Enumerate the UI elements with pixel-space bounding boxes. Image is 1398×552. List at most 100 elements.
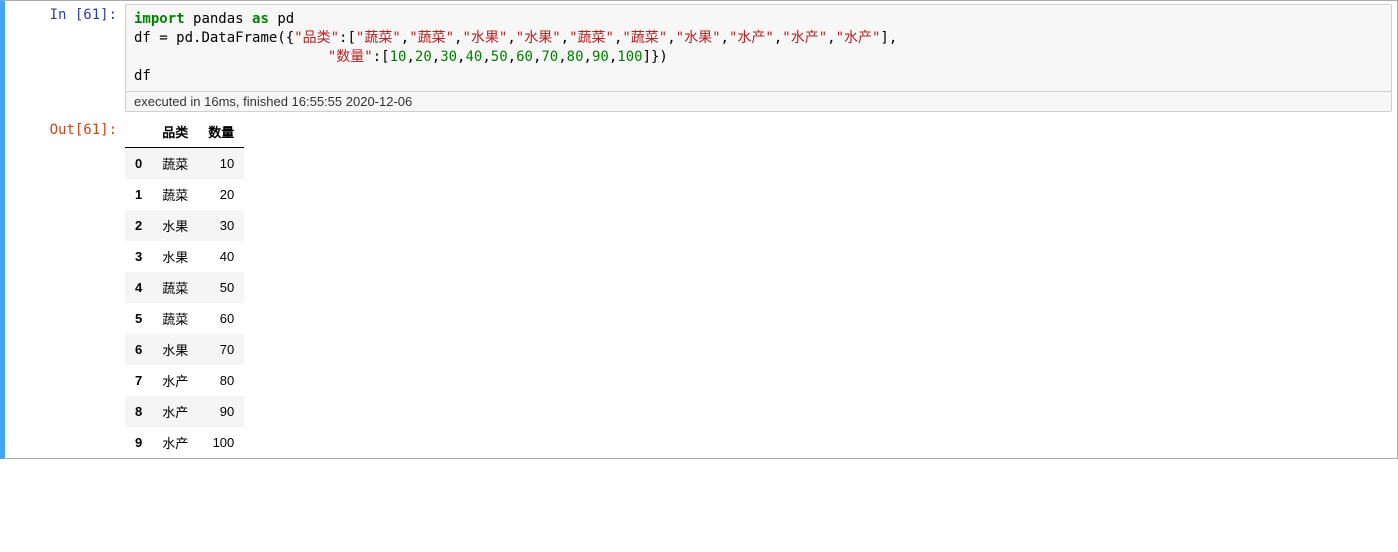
- cell-category: 水果: [152, 334, 198, 365]
- cell-quantity: 50: [198, 272, 244, 303]
- col-header-0: 品类: [152, 116, 198, 148]
- row-index: 9: [125, 427, 152, 458]
- input-area[interactable]: import pandas as pd df = pd.DataFrame({ "…: [125, 4, 1392, 112]
- cell-category: 水果: [152, 241, 198, 272]
- cell-category: 水产: [152, 365, 198, 396]
- cell-quantity: 30: [198, 210, 244, 241]
- cell-quantity: 100: [198, 427, 244, 458]
- str-literal: "水产": [729, 30, 774, 46]
- comma: ,: [558, 49, 566, 65]
- row-index: 2: [125, 210, 152, 241]
- row-index: 1: [125, 179, 152, 210]
- str-literal: "蔬菜": [409, 30, 454, 46]
- code-editor[interactable]: import pandas as pd df = pd.DataFrame({ "…: [126, 5, 1391, 91]
- output-prompt: Out[61]:: [5, 116, 125, 458]
- comma: ,: [774, 30, 782, 46]
- kw-as: as: [252, 11, 269, 27]
- row-index: 4: [125, 272, 152, 303]
- eq: =: [151, 30, 176, 46]
- cell-content: import pandas as pd df = pd.DataFrame({ "…: [125, 1, 1397, 458]
- cell-category: 水产: [152, 427, 198, 458]
- cell-category: 蔬菜: [152, 272, 198, 303]
- cell-quantity: 80: [198, 365, 244, 396]
- comma: ,: [721, 30, 729, 46]
- str-literal: "水产": [782, 30, 827, 46]
- row-index: 0: [125, 147, 152, 179]
- comma: ,: [508, 49, 516, 65]
- table-row: 7水产80: [125, 365, 244, 396]
- cell-quantity: 90: [198, 396, 244, 427]
- str-literal: "蔬菜": [356, 30, 401, 46]
- str-literal: "水产": [836, 30, 881, 46]
- colon2: :[: [373, 49, 390, 65]
- pd-call: pd.DataFrame({: [176, 30, 294, 46]
- col-header-1: 数量: [198, 116, 244, 148]
- cell-category: 水果: [152, 210, 198, 241]
- str-literal: "蔬菜": [622, 30, 667, 46]
- num-literal: 60: [516, 49, 533, 65]
- comma: ,: [482, 49, 490, 65]
- cell-quantity: 60: [198, 303, 244, 334]
- mod-pandas: pandas: [193, 11, 244, 27]
- num-literal: 40: [465, 49, 482, 65]
- num-literal: 50: [491, 49, 508, 65]
- vals2: 10,20,30,40,50,60,70,80,90,100: [390, 49, 643, 65]
- kw-import: import: [134, 11, 185, 27]
- num-literal: 20: [415, 49, 432, 65]
- comma: ,: [561, 30, 569, 46]
- table-row: 1蔬菜20: [125, 179, 244, 210]
- row-index: 8: [125, 396, 152, 427]
- table-row: 3水果40: [125, 241, 244, 272]
- index-header: [125, 116, 152, 148]
- table-row: 6水果70: [125, 334, 244, 365]
- num-literal: 100: [617, 49, 642, 65]
- output-row: Out[61]: 品类 数量 0蔬菜101蔬菜202水果303水果404蔬菜50…: [125, 116, 1397, 458]
- cell-quantity: 20: [198, 179, 244, 210]
- cell-category: 蔬菜: [152, 303, 198, 334]
- row-index: 6: [125, 334, 152, 365]
- cell-category: 水产: [152, 396, 198, 427]
- table-row: 8水产90: [125, 396, 244, 427]
- row-index: 5: [125, 303, 152, 334]
- cell-quantity: 10: [198, 147, 244, 179]
- table-row: 2水果30: [125, 210, 244, 241]
- row-index: 7: [125, 365, 152, 396]
- close1: ],: [880, 30, 897, 46]
- num-literal: 80: [567, 49, 584, 65]
- num-literal: 90: [592, 49, 609, 65]
- cell-quantity: 40: [198, 241, 244, 272]
- notebook-cell: In [61]: import pandas as pd df = pd.Dat…: [0, 0, 1398, 459]
- comma: ,: [667, 30, 675, 46]
- str-literal: "蔬菜": [569, 30, 614, 46]
- str-literal: "水果": [462, 30, 507, 46]
- cell-quantity: 70: [198, 334, 244, 365]
- execution-status: executed in 16ms, finished 16:55:55 2020…: [126, 91, 1391, 111]
- comma: ,: [827, 30, 835, 46]
- vals1: "蔬菜","蔬菜","水果","水果","蔬菜","蔬菜","水果","水产",…: [356, 30, 881, 46]
- num-literal: 70: [541, 49, 558, 65]
- var-df: df: [134, 30, 151, 46]
- mod-pd: pd: [277, 11, 294, 27]
- num-literal: 10: [390, 49, 407, 65]
- colon1: :[: [339, 30, 356, 46]
- table-row: 9水产100: [125, 427, 244, 458]
- last-line: df: [134, 68, 151, 84]
- str-literal: "水果": [516, 30, 561, 46]
- cell-category: 蔬菜: [152, 147, 198, 179]
- comma: ,: [406, 49, 414, 65]
- close2: ]}): [643, 49, 668, 65]
- table-row: 4蔬菜50: [125, 272, 244, 303]
- table-row: 0蔬菜10: [125, 147, 244, 179]
- comma: ,: [584, 49, 592, 65]
- comma: ,: [401, 30, 409, 46]
- str-literal: "水果": [676, 30, 721, 46]
- row-index: 3: [125, 241, 152, 272]
- indent2: [134, 49, 328, 65]
- key2: "数量": [328, 49, 373, 65]
- comma: ,: [507, 30, 515, 46]
- cell-category: 蔬菜: [152, 179, 198, 210]
- comma: ,: [609, 49, 617, 65]
- comma: ,: [432, 49, 440, 65]
- table-row: 5蔬菜60: [125, 303, 244, 334]
- output-area: 品类 数量 0蔬菜101蔬菜202水果303水果404蔬菜505蔬菜606水果7…: [125, 116, 244, 458]
